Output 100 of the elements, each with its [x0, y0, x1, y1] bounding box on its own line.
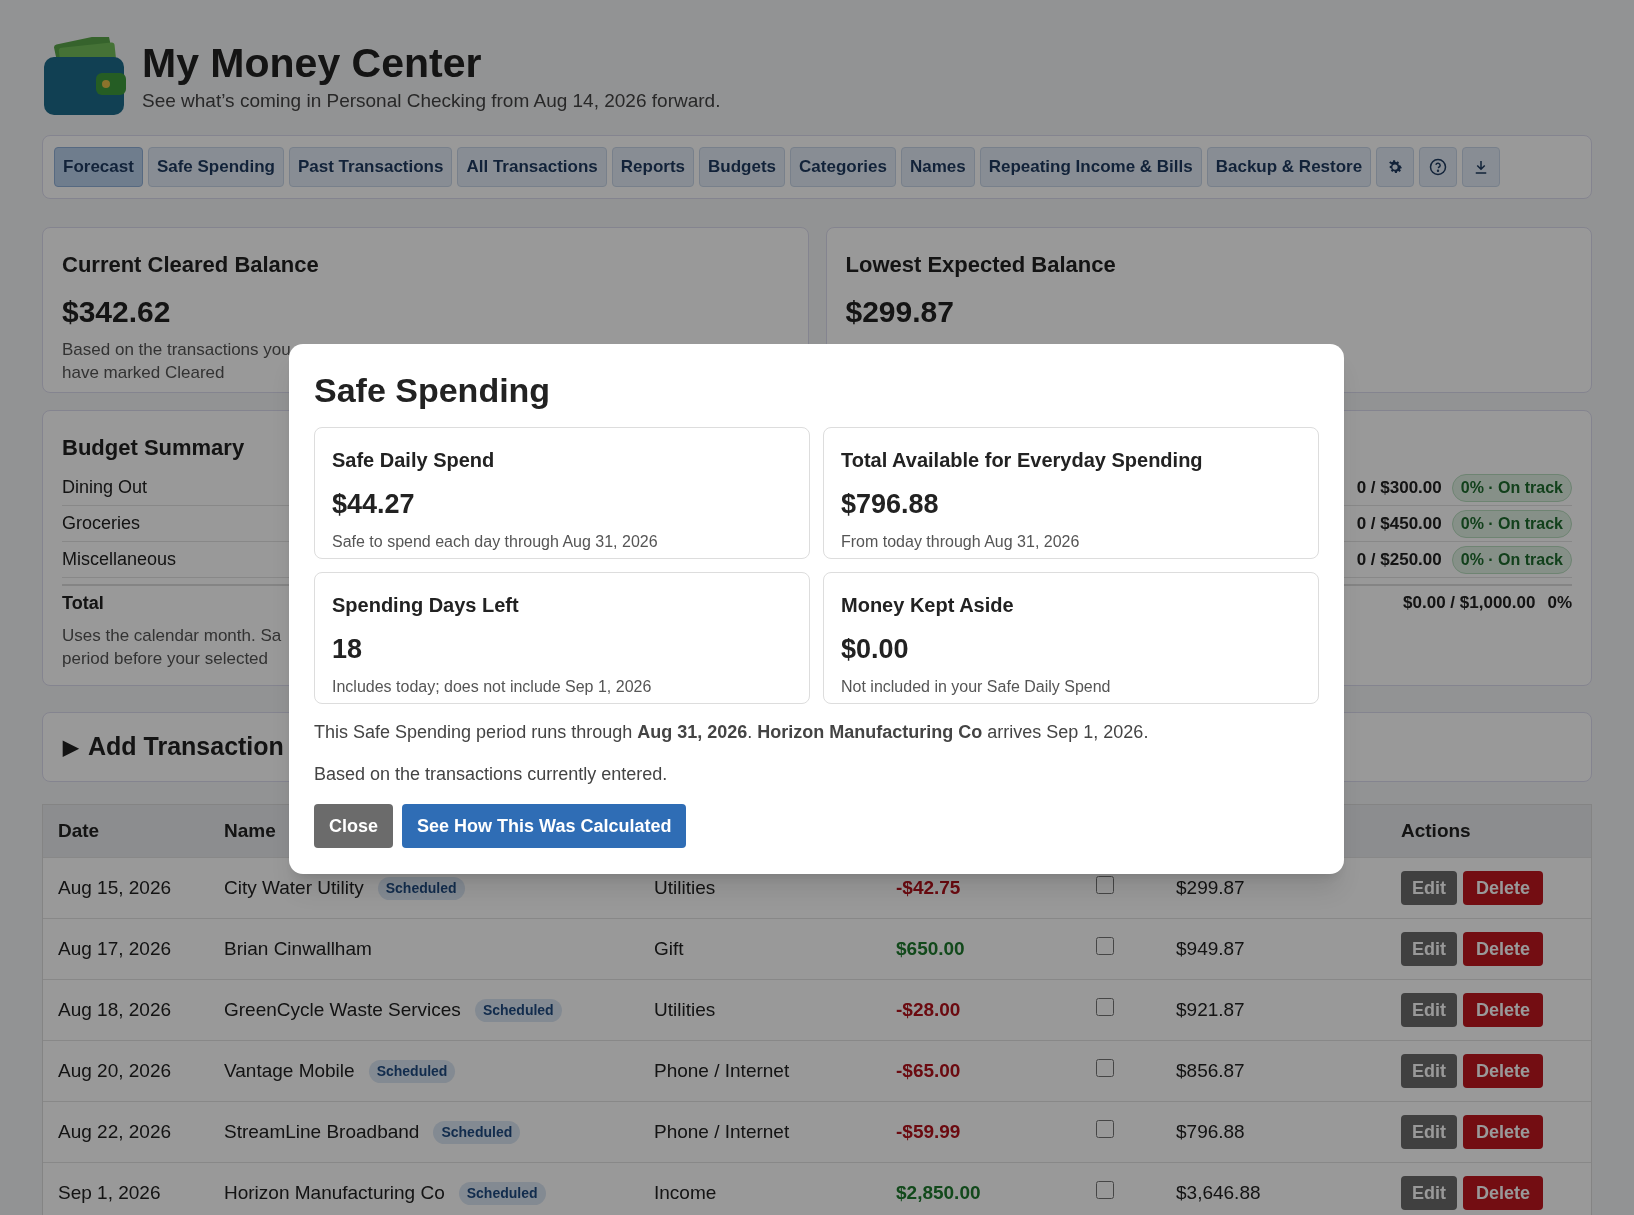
edit-button[interactable]: Edit	[1401, 1115, 1457, 1149]
settings-button[interactable]	[1376, 147, 1415, 187]
card-title: Lowest Expected Balance	[845, 251, 1117, 279]
metric-note: Not included in your Safe Daily Spend	[841, 676, 1112, 697]
amount-cell-text: $2,850.00	[896, 1180, 982, 1205]
page-title: My Money Center	[142, 38, 483, 87]
balance-cell-text: $856.87	[1176, 1058, 1246, 1083]
nav-tab[interactable]: Reports	[611, 147, 695, 187]
name-cell-text: Brian Cinwallham	[224, 936, 372, 961]
budget-note: period before your selected	[62, 648, 269, 670]
budget-name: Groceries	[62, 512, 141, 535]
metric-note: Safe to spend each day through Aug 31, 2026	[332, 531, 659, 552]
budget-amount: 0 / $250.00	[1356, 548, 1442, 571]
close-button[interactable]: Close	[314, 804, 394, 848]
nav-tab[interactable]: Past Transactions	[288, 147, 453, 187]
metric-title: Spending Days Left	[332, 593, 520, 618]
amount-cell-text: -$28.00	[896, 997, 962, 1022]
total-amount: $0.00 / $1,000.00	[1403, 592, 1536, 615]
basis-note: Based on the transactions currently entered.	[314, 763, 669, 786]
metric-value: $0.00	[841, 633, 910, 666]
metric-note: Includes today; does not include Sep 1, 2026	[332, 676, 653, 697]
name-cell-text: StreamLine Broadband	[224, 1119, 420, 1144]
scheduled-badge: Scheduled	[377, 876, 465, 900]
cleared-checkbox[interactable]	[1096, 936, 1114, 955]
total-percent: 0%	[1547, 592, 1572, 615]
total-label: Total	[62, 591, 104, 615]
category-cell-text: Phone / Internet	[654, 1058, 791, 1083]
settings-icon	[1386, 158, 1405, 176]
amount-cell-text: $650.00	[896, 936, 966, 961]
status-badge: 0% · On track	[1451, 509, 1572, 538]
category-cell-text: Phone / Internet	[654, 1119, 791, 1144]
budget-note: Uses the calendar month. Sa	[62, 625, 282, 647]
nav-tab[interactable]: Names	[900, 147, 975, 187]
card-description: have marked Cleared	[62, 362, 225, 384]
column-header: Date	[58, 818, 101, 843]
dialog-title: Safe Spending	[314, 370, 552, 410]
budget-name: Dining Out	[62, 476, 148, 499]
edit-button[interactable]: Edit	[1401, 932, 1457, 966]
delete-button[interactable]: Delete	[1463, 1054, 1544, 1088]
date-cell-text: Aug 20, 2026	[58, 1058, 173, 1083]
date-cell-text: Aug 17, 2026	[58, 936, 173, 961]
download-button[interactable]	[1462, 147, 1501, 187]
scheduled-badge: Scheduled	[368, 1059, 456, 1083]
scheduled-badge: Scheduled	[458, 1181, 546, 1205]
amount-cell-text: -$65.00	[896, 1058, 962, 1083]
delete-button[interactable]: Delete	[1463, 1176, 1544, 1210]
nav-tab[interactable]: Backup & Restore	[1206, 147, 1372, 187]
edit-button[interactable]: Edit	[1401, 1176, 1457, 1210]
date-cell-text: Sep 1, 2026	[58, 1180, 162, 1205]
balance-cell-text: $299.87	[1176, 875, 1246, 900]
balance-amount: $342.62	[62, 294, 172, 330]
amount-cell-text: -$59.99	[896, 1119, 962, 1144]
delete-button[interactable]: Delete	[1463, 993, 1544, 1027]
nav-tab[interactable]: Categories	[790, 147, 896, 187]
nav-tab[interactable]: All Transactions	[457, 147, 607, 187]
balance-cell-text: $921.87	[1176, 997, 1246, 1022]
delete-button[interactable]: Delete	[1463, 871, 1544, 905]
delete-button[interactable]: Delete	[1463, 932, 1544, 966]
metric-title: Money Kept Aside	[841, 593, 1015, 618]
edit-button[interactable]: Edit	[1401, 993, 1457, 1027]
date-cell-text: Aug 22, 2026	[58, 1119, 173, 1144]
cleared-checkbox[interactable]	[1096, 875, 1114, 894]
edit-button[interactable]: Edit	[1401, 871, 1457, 905]
metric-value: $44.27	[332, 488, 416, 521]
balance-cell-text: $796.88	[1176, 1119, 1246, 1144]
cleared-checkbox[interactable]	[1096, 1180, 1114, 1199]
name-cell-text: GreenCycle Waste Services	[224, 997, 461, 1022]
status-badge: 0% · On track	[1451, 545, 1572, 574]
category-cell-text: Utilities	[654, 997, 717, 1022]
category-cell-text: Gift	[654, 936, 685, 961]
column-header: Name	[224, 819, 276, 841]
calculation-button[interactable]: See How This Was Calculated	[402, 804, 687, 848]
metric-title: Total Available for Everyday Spending	[841, 448, 1204, 473]
cleared-checkbox[interactable]	[1096, 997, 1114, 1016]
card-description: Based on the transactions you	[62, 339, 291, 361]
wallet-icon	[42, 37, 126, 117]
card-title: Budget Summary	[62, 434, 245, 462]
delete-button[interactable]: Delete	[1463, 1115, 1544, 1149]
nav-tab[interactable]: Budgets	[699, 147, 786, 187]
page-subtitle: See what’s coming in Personal Checking from Aug 14, 2026 forward.	[142, 88, 721, 113]
date-cell-text: Aug 18, 2026	[58, 997, 173, 1022]
help-button[interactable]	[1419, 147, 1458, 187]
cleared-checkbox[interactable]	[1096, 1058, 1114, 1077]
category-cell-text: Income	[654, 1180, 718, 1205]
expand-arrow: ▶	[63, 735, 78, 760]
help-icon	[1429, 158, 1448, 176]
scheduled-badge: Scheduled	[433, 1120, 521, 1144]
budget-name: Miscellaneous	[62, 548, 177, 571]
balance-cell-text: $949.87	[1176, 936, 1246, 961]
balance-amount: $299.87	[845, 294, 955, 330]
nav-tab[interactable]: Safe Spending	[147, 147, 284, 187]
amount-cell-text: -$42.75	[896, 875, 962, 900]
name-cell-text: City Water Utility	[224, 875, 364, 900]
column-header: Actions	[1401, 818, 1471, 843]
scheduled-badge: Scheduled	[474, 998, 562, 1022]
nav-tab[interactable]: Forecast	[54, 147, 143, 187]
metric-value: 18	[332, 633, 364, 666]
cleared-checkbox[interactable]	[1096, 1119, 1114, 1138]
nav-tab[interactable]: Repeating Income & Bills	[979, 147, 1202, 187]
edit-button[interactable]: Edit	[1401, 1054, 1457, 1088]
